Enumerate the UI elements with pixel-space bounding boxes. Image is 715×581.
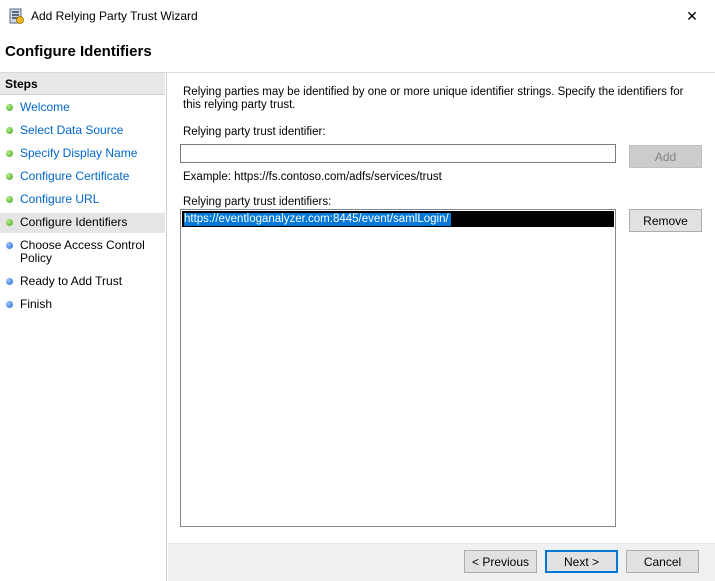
step-label: Select Data Source xyxy=(20,123,124,137)
step-pending-icon xyxy=(6,278,13,285)
list-item-text: https://eventloganalyzer.com:8445/event/… xyxy=(184,213,451,226)
footer-divider xyxy=(168,543,715,544)
step-pending-icon xyxy=(6,242,13,249)
list-item[interactable]: https://eventloganalyzer.com:8445/event/… xyxy=(182,211,614,227)
page-title: Configure Identifiers xyxy=(5,43,152,60)
close-icon: ✕ xyxy=(686,7,698,24)
step-specify-display-name[interactable]: Specify Display Name xyxy=(0,147,165,161)
step-configure-certificate[interactable]: Configure Certificate xyxy=(0,170,165,184)
step-label: Finish xyxy=(20,297,53,311)
identifiers-label: Relying party trust identifiers: xyxy=(183,196,332,208)
next-button[interactable]: Next > xyxy=(545,550,618,573)
step-label: Ready to Add Trust xyxy=(20,274,123,288)
close-button[interactable]: ✕ xyxy=(669,0,715,32)
identifiers-list[interactable]: https://eventloganalyzer.com:8445/event/… xyxy=(180,209,616,527)
title-bar: Add Relying Party Trust Wizard ✕ xyxy=(0,0,715,32)
remove-button[interactable]: Remove xyxy=(629,209,702,232)
step-complete-icon xyxy=(6,150,13,157)
step-pending-icon xyxy=(6,301,13,308)
step-complete-icon xyxy=(6,196,13,203)
step-configure-url[interactable]: Configure URL xyxy=(0,193,165,207)
step-finish: Finish xyxy=(0,298,165,312)
step-label: Configure Identifiers xyxy=(20,215,128,229)
step-complete-icon xyxy=(6,104,13,111)
step-choose-access-control-policy: Choose Access Control Policy xyxy=(0,239,165,266)
step-complete-icon xyxy=(6,127,13,134)
add-button[interactable]: Add xyxy=(629,145,702,168)
example-text: Example: https://fs.contoso.com/adfs/ser… xyxy=(183,171,442,183)
step-complete-icon xyxy=(6,173,13,180)
identifier-label: Relying party trust identifier: xyxy=(183,126,326,138)
step-select-data-source[interactable]: Select Data Source xyxy=(0,124,165,138)
step-complete-icon xyxy=(6,219,13,226)
step-label: Choose Access Control Policy xyxy=(20,238,145,265)
description-text: Relying parties may be identified by one… xyxy=(183,86,684,111)
step-ready-to-add-trust: Ready to Add Trust xyxy=(0,275,165,289)
previous-button[interactable]: < Previous xyxy=(464,550,537,573)
server-trust-icon xyxy=(8,8,25,25)
step-label: Specify Display Name xyxy=(20,146,138,160)
identifier-input[interactable] xyxy=(180,144,616,163)
step-welcome[interactable]: Welcome xyxy=(0,101,165,115)
step-label: Welcome xyxy=(20,100,70,114)
wizard-window: Add Relying Party Trust Wizard ✕ Configu… xyxy=(0,0,715,581)
step-label: Configure Certificate xyxy=(20,169,130,183)
cancel-button[interactable]: Cancel xyxy=(626,550,699,573)
step-configure-identifiers: Configure Identifiers xyxy=(0,213,165,233)
step-label: Configure URL xyxy=(20,192,100,206)
steps-title: Steps xyxy=(0,73,165,95)
window-title: Add Relying Party Trust Wizard xyxy=(31,9,198,23)
